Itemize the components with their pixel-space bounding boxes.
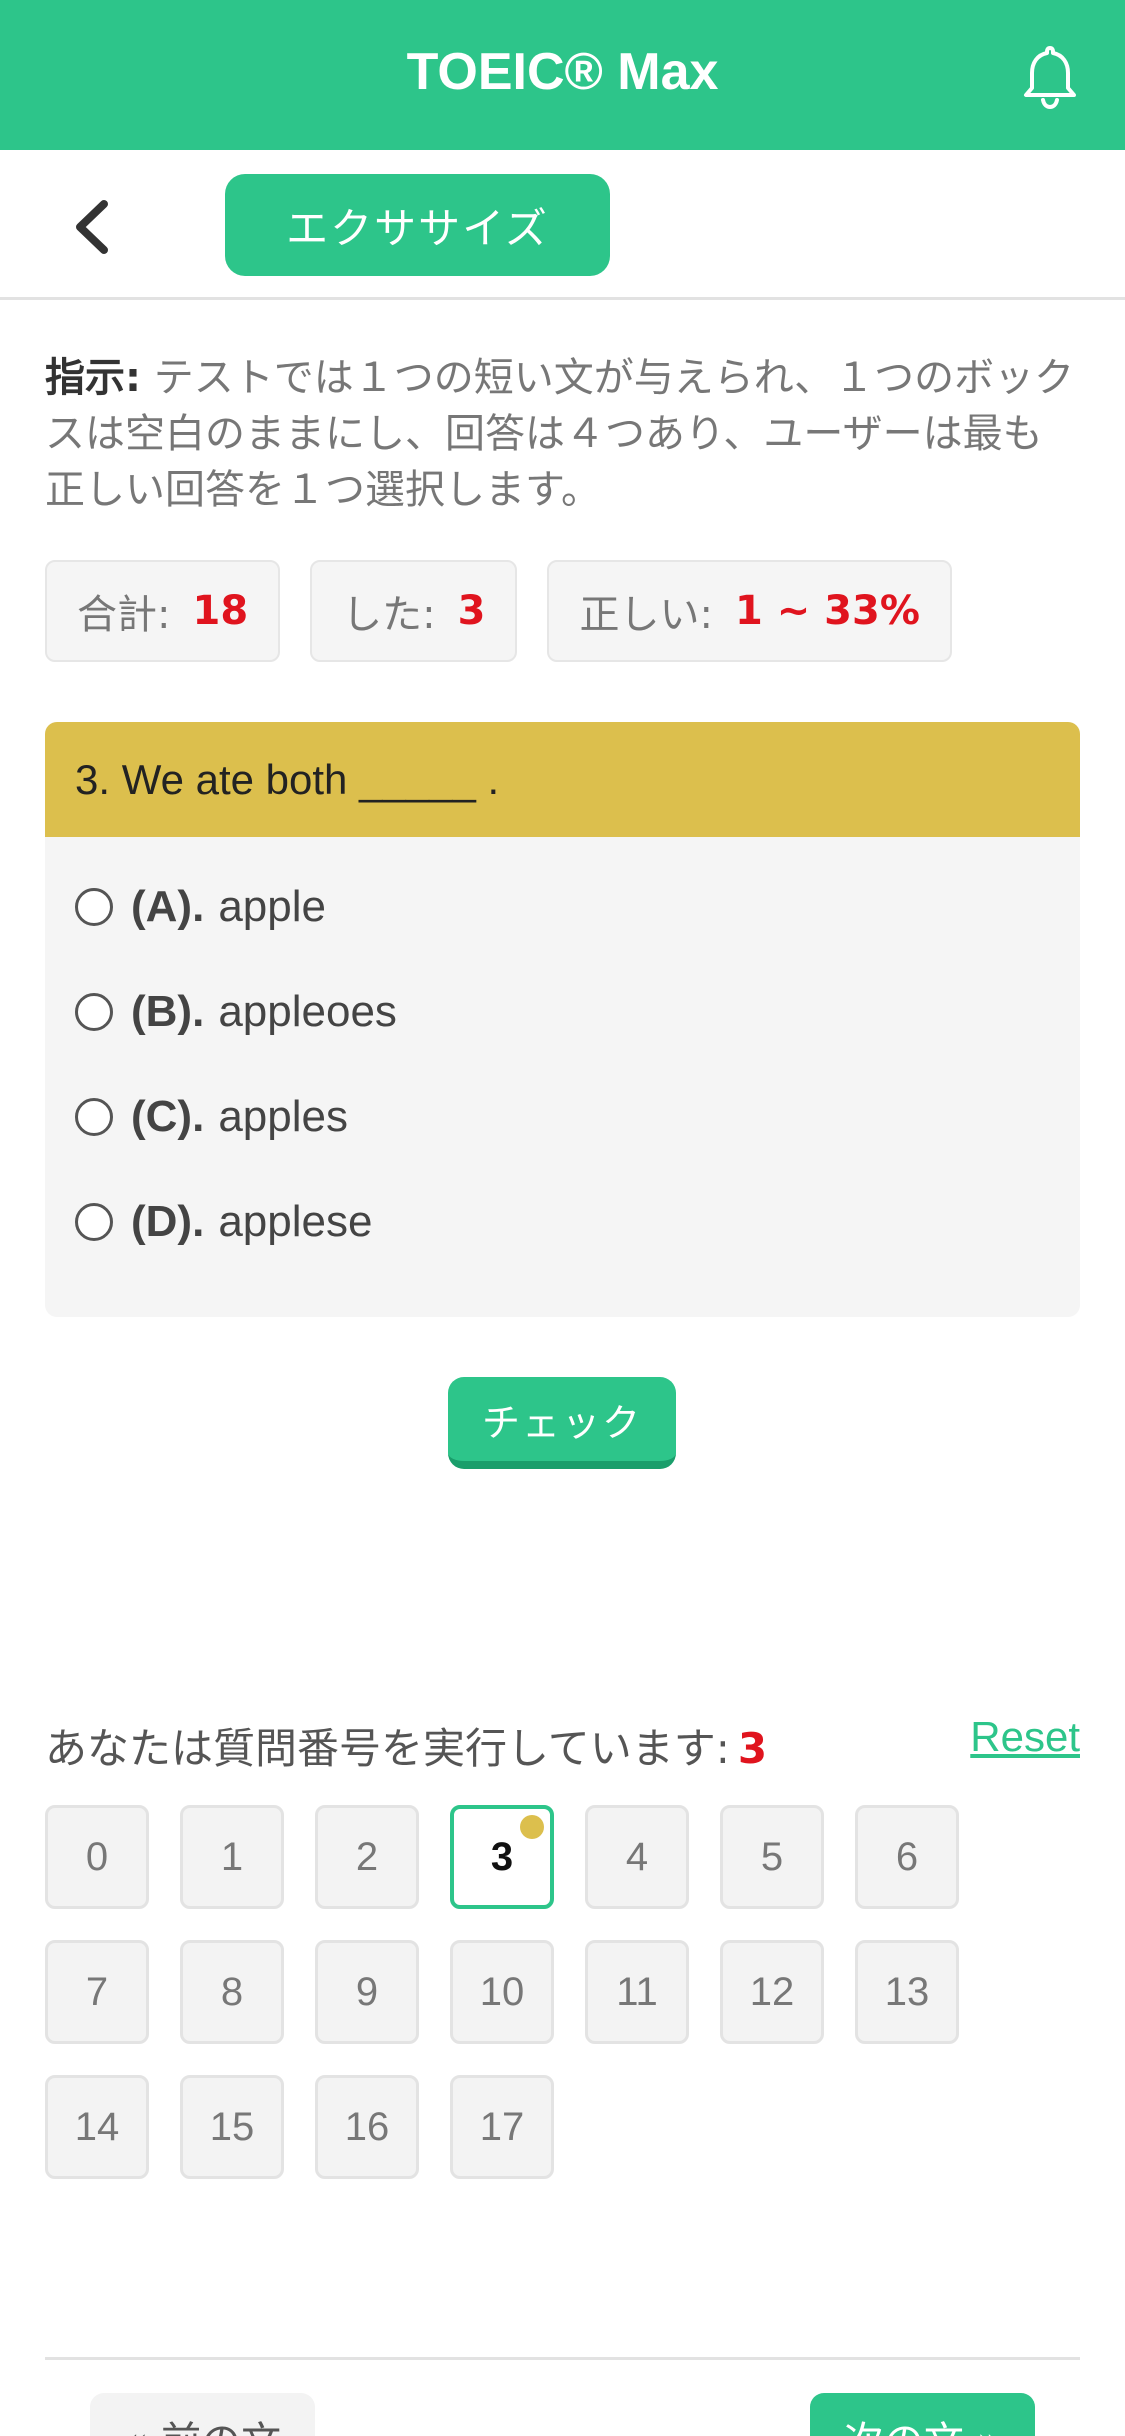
question-number-button[interactable]: 10	[450, 1940, 554, 2044]
option-letter: (C).	[131, 1092, 205, 1141]
stat-done-label: した:	[342, 592, 436, 638]
progress-label: あなたは質問番号を実行しています: 3	[45, 1715, 767, 1776]
current-indicator-dot	[520, 1815, 544, 1839]
radio-button[interactable]	[75, 888, 113, 926]
option-letter: (A).	[131, 882, 205, 931]
option-text: apple	[218, 882, 326, 931]
progress-current: 3	[737, 1724, 768, 1773]
question-number-button[interactable]: 8	[180, 1940, 284, 2044]
stat-total-label: 合計:	[77, 592, 171, 638]
question-number-button[interactable]: 5	[720, 1805, 824, 1909]
radio-button[interactable]	[75, 993, 113, 1031]
stats-row: 合計: 18 した: 3 正しい: 1 ~ 33%	[45, 560, 952, 662]
stat-correct-value: 1 ~ 33%	[734, 588, 920, 634]
bell-icon[interactable]	[1015, 40, 1085, 110]
question-number-label: 3	[490, 1834, 514, 1879]
option-d[interactable]: (D). applese	[75, 1197, 372, 1247]
question-number-button[interactable]: 13	[855, 1940, 959, 2044]
radio-button[interactable]	[75, 1098, 113, 1136]
stat-total: 合計: 18	[45, 560, 281, 662]
app-header: TOEIC® Max	[0, 0, 1125, 150]
tab-exercise[interactable]: エクササイズ	[225, 174, 610, 276]
instruction-body: テストでは１つの短い文が与えられ、１つのボックスは空白のままにし、回答は４つあり…	[45, 355, 1075, 513]
sub-navigation: エクササイズ	[0, 150, 1125, 300]
footer-divider	[45, 2357, 1080, 2360]
option-text: appleoes	[218, 987, 397, 1036]
question-number-button[interactable]: 11	[585, 1940, 689, 2044]
radio-button[interactable]	[75, 1203, 113, 1241]
question-number-button[interactable]: 1	[180, 1805, 284, 1909]
question-number-button[interactable]: 2	[315, 1805, 419, 1909]
next-question-button[interactable]: 次の文 »	[810, 2393, 1035, 2436]
question-number-button[interactable]: 14	[45, 2075, 149, 2179]
question-number-button-current[interactable]: 3	[450, 1805, 554, 1909]
question-number-button[interactable]: 0	[45, 1805, 149, 1909]
instruction-text: 指示: テストでは１つの短い文が与えられ、１つのボックスは空白のままにし、回答は…	[45, 350, 1080, 518]
question-number-button[interactable]: 17	[450, 2075, 554, 2179]
question-text: 3. We ate both _____ .	[45, 722, 1080, 837]
reset-link[interactable]: Reset	[970, 1713, 1080, 1761]
option-b[interactable]: (B). appleoes	[75, 987, 397, 1037]
stat-total-value: 18	[192, 588, 249, 634]
stat-correct-label: 正しい:	[579, 592, 713, 638]
stat-correct: 正しい: 1 ~ 33%	[547, 560, 952, 662]
question-number-button[interactable]: 7	[45, 1940, 149, 2044]
app-title: TOEIC® Max	[406, 43, 719, 101]
question-number-button[interactable]: 9	[315, 1940, 419, 2044]
check-button[interactable]: チェック	[448, 1377, 676, 1469]
option-letter: (B).	[131, 987, 205, 1036]
question-number-button[interactable]: 15	[180, 2075, 284, 2179]
question-number-button[interactable]: 6	[855, 1805, 959, 1909]
option-letter: (D).	[131, 1197, 205, 1246]
stat-done: した: 3	[310, 560, 518, 662]
chevron-left-icon[interactable]	[62, 192, 122, 262]
option-text: apples	[218, 1092, 348, 1141]
question-card: 3. We ate both _____ . (A). apple (B). a…	[45, 722, 1080, 1317]
progress-label-text: あなたは質問番号を実行しています:	[45, 1724, 730, 1773]
option-text: applese	[218, 1197, 373, 1246]
option-a[interactable]: (A). apple	[75, 882, 326, 932]
option-c[interactable]: (C). apples	[75, 1092, 348, 1142]
stat-done-value: 3	[457, 588, 486, 634]
question-number-button[interactable]: 16	[315, 2075, 419, 2179]
question-number-button[interactable]: 4	[585, 1805, 689, 1909]
instruction-label: 指示:	[45, 355, 141, 401]
previous-question-button[interactable]: « 前の文	[90, 2393, 315, 2436]
question-number-button[interactable]: 12	[720, 1940, 824, 2044]
